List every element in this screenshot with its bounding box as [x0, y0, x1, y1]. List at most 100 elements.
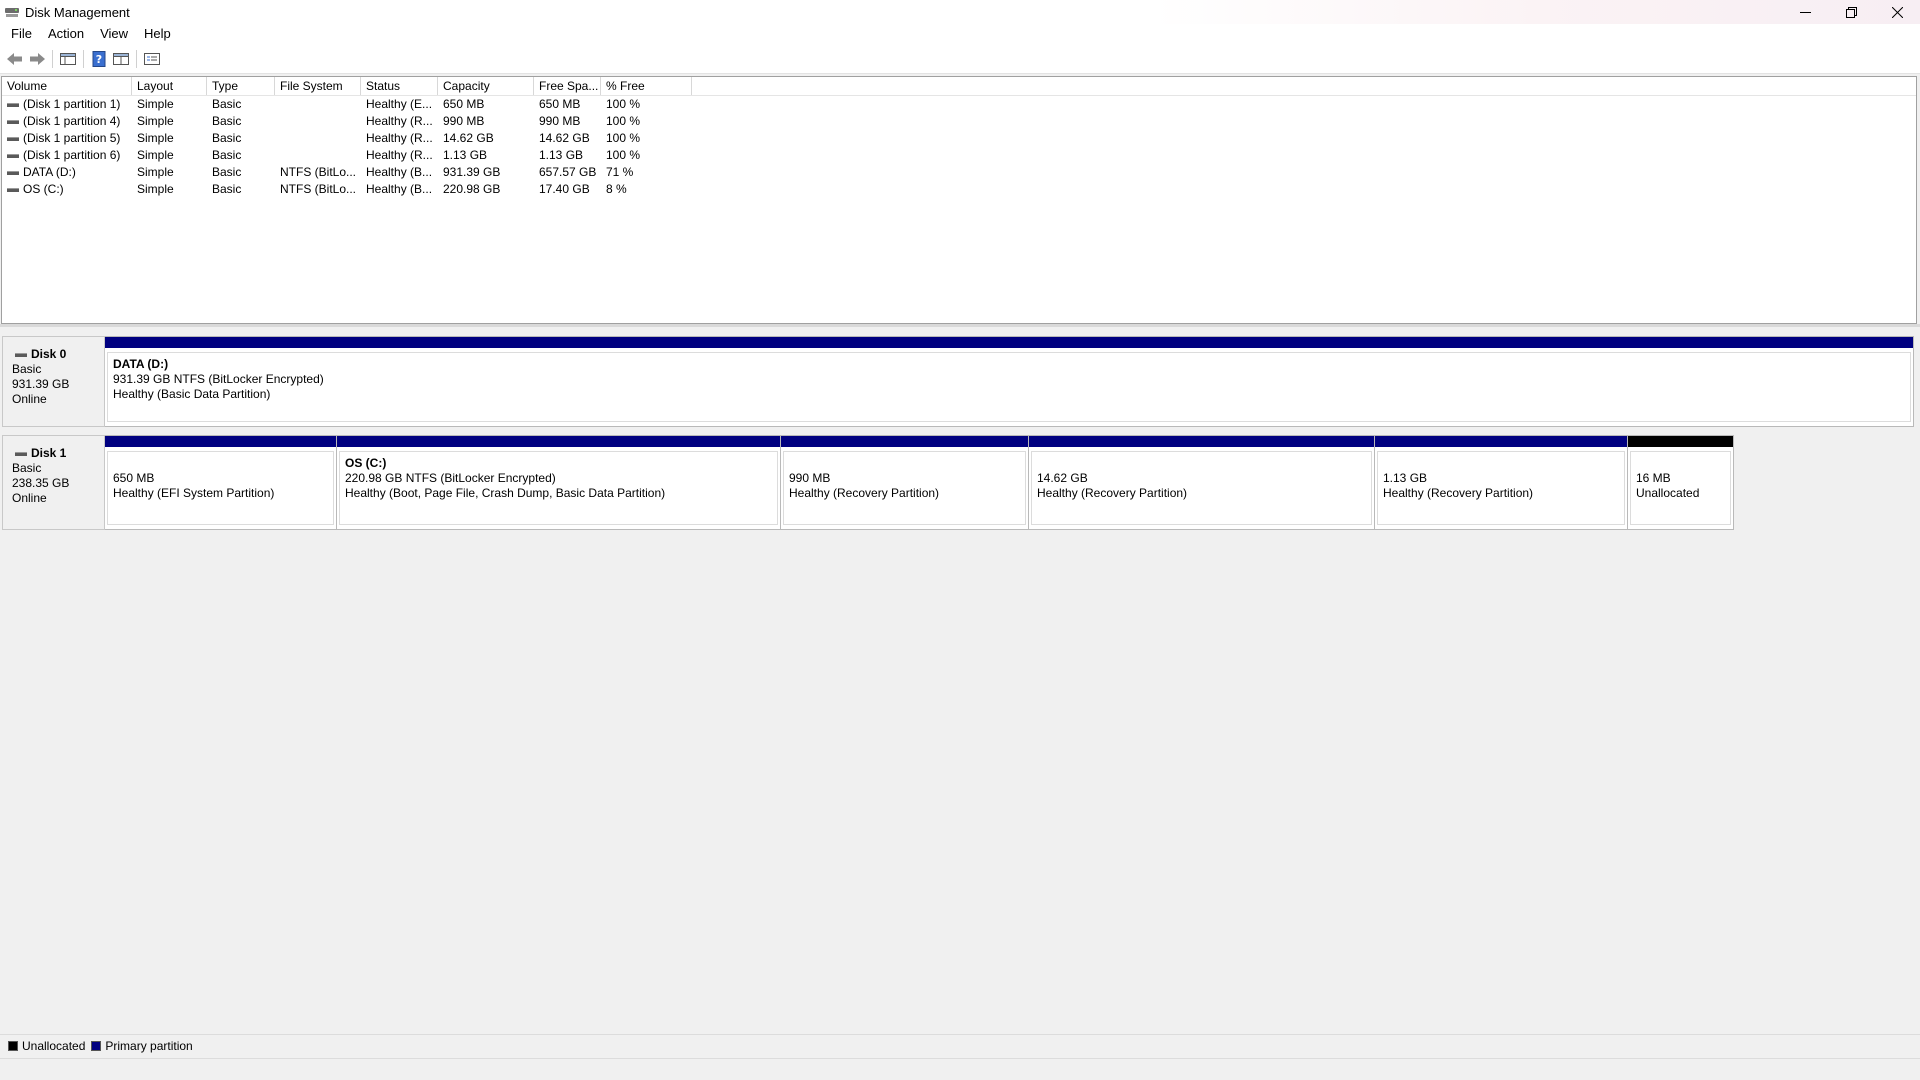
show-hide-console-tree-icon — [60, 52, 76, 65]
column-header-type[interactable]: Type — [207, 77, 275, 95]
partition-data-d[interactable]: DATA (D:) 931.39 GB NTFS (BitLocker Encr… — [105, 337, 1913, 426]
menu-bar: File Action View Help — [0, 24, 1920, 44]
volume-capacity: 14.62 GB — [443, 131, 494, 145]
disk-label-disk-1[interactable]: Disk 1 Basic 238.35 GB Online — [2, 435, 105, 530]
toolbar-separator — [136, 49, 137, 68]
volume-layout: Simple — [137, 182, 174, 196]
status-bar — [0, 1058, 1920, 1080]
partition-os-c[interactable]: OS (C:) 220.98 GB NTFS (BitLocker Encryp… — [337, 436, 781, 529]
primary-partition-bar — [781, 436, 1028, 449]
partition-status: Healthy (Recovery Partition) — [1037, 486, 1188, 500]
table-row[interactable]: (Disk 1 partition 1) Simple Basic Health… — [2, 96, 1916, 113]
table-row[interactable]: DATA (D:) Simple Basic NTFS (BitLo... He… — [2, 164, 1916, 181]
close-button[interactable] — [1874, 0, 1920, 24]
volume-type: Basic — [212, 131, 242, 145]
volume-type: Basic — [212, 148, 242, 162]
volume-status: Healthy (R... — [366, 114, 433, 128]
svg-text:?: ? — [96, 53, 102, 66]
volume-status: Healthy (R... — [366, 148, 433, 162]
partition-unallocated[interactable]: 16 MB Unallocated — [1628, 436, 1733, 529]
forward-button[interactable] — [26, 48, 48, 70]
disk-1-partitions: 650 MB Healthy (EFI System Partition) OS… — [105, 435, 1734, 530]
volume-percent-free: 71 % — [606, 165, 634, 179]
partition-status: Healthy (Recovery Partition) — [1383, 486, 1534, 500]
settings-button[interactable] — [141, 48, 163, 70]
column-header-file-system[interactable]: File System — [275, 77, 361, 95]
properties-icon — [113, 52, 129, 65]
menu-file[interactable]: File — [0, 24, 40, 44]
unallocated-swatch — [8, 1040, 18, 1051]
volume-percent-free: 100 % — [606, 97, 641, 111]
properties-button[interactable] — [110, 48, 132, 70]
volume-free-space: 1.13 GB — [539, 148, 584, 162]
partition-efi[interactable]: 650 MB Healthy (EFI System Partition) — [105, 436, 337, 529]
disk-label-disk-0[interactable]: Disk 0 Basic 931.39 GB Online — [2, 336, 105, 427]
volume-free-space: 657.57 GB — [539, 165, 597, 179]
volume-free-space: 14.62 GB — [539, 131, 590, 145]
column-header-status[interactable]: Status — [361, 77, 438, 95]
menu-view[interactable]: View — [92, 24, 136, 44]
pane-splitter[interactable] — [0, 324, 1920, 327]
back-icon — [7, 52, 22, 65]
column-header-volume[interactable]: Volume — [2, 77, 132, 95]
menu-action[interactable]: Action — [40, 24, 92, 44]
volume-name: (Disk 1 partition 5) — [23, 131, 121, 145]
volume-capacity: 1.13 GB — [443, 148, 488, 162]
disk-type: Basic — [12, 461, 42, 475]
partition-status: Unallocated — [1636, 486, 1700, 500]
volume-file-system — [275, 130, 361, 147]
show-hide-console-tree-button[interactable] — [57, 48, 79, 70]
table-row[interactable]: (Disk 1 partition 6) Simple Basic Health… — [2, 147, 1916, 164]
disk-state: Online — [12, 491, 47, 505]
partition-size: 1.13 GB — [1383, 471, 1428, 485]
volume-list[interactable]: Volume Layout Type File System Status Ca… — [1, 76, 1917, 324]
help-button[interactable]: ? — [88, 48, 110, 70]
volume-status: Healthy (B... — [366, 165, 433, 179]
disk-row-disk-0: Disk 0 Basic 931.39 GB Online DATA (D:) … — [2, 336, 1914, 427]
close-icon — [1891, 6, 1903, 18]
volume-percent-free: 8 % — [606, 182, 627, 196]
partition-size: 990 MB — [789, 471, 831, 485]
back-button[interactable] — [4, 48, 26, 70]
window-title: Disk Management — [25, 4, 130, 20]
volume-file-system: NTFS (BitLo... — [280, 182, 357, 196]
volume-status: Healthy (R... — [366, 131, 433, 145]
volume-layout: Simple — [137, 131, 174, 145]
column-header-capacity[interactable]: Capacity — [438, 77, 534, 95]
table-row[interactable]: OS (C:) Simple Basic NTFS (BitLo... Heal… — [2, 181, 1916, 198]
disk-type: Basic — [12, 362, 42, 376]
volume-file-system — [275, 147, 361, 164]
table-row[interactable]: (Disk 1 partition 5) Simple Basic Health… — [2, 130, 1916, 147]
partition-size-fs: 220.98 GB NTFS (BitLocker Encrypted) — [345, 471, 556, 485]
partition-recovery-14gb[interactable]: 14.62 GB Healthy (Recovery Partition) — [1029, 436, 1375, 529]
column-header-percent-free[interactable]: % Free — [601, 77, 692, 95]
forward-icon — [30, 52, 45, 65]
disk-row-disk-1: Disk 1 Basic 238.35 GB Online 650 MB Hea… — [2, 435, 1734, 530]
legend-unallocated-label: Unallocated — [22, 1038, 86, 1053]
column-header-layout[interactable]: Layout — [132, 77, 207, 95]
volume-type: Basic — [212, 165, 242, 179]
menu-help[interactable]: Help — [136, 24, 179, 44]
primary-partition-bar — [1375, 436, 1627, 449]
disk-drive-icon — [15, 451, 27, 456]
volume-type: Basic — [212, 182, 242, 196]
legend: Unallocated Primary partition — [0, 1034, 1920, 1056]
volume-drive-icon — [7, 170, 19, 175]
partition-recovery-1gb[interactable]: 1.13 GB Healthy (Recovery Partition) — [1375, 436, 1628, 529]
partition-status: Healthy (Boot, Page File, Crash Dump, Ba… — [345, 486, 666, 500]
restore-button[interactable] — [1828, 0, 1874, 24]
partition-recovery-990mb[interactable]: 990 MB Healthy (Recovery Partition) — [781, 436, 1029, 529]
volume-status: Healthy (B... — [366, 182, 433, 196]
disk-name: Disk 0 — [31, 347, 67, 361]
disk-size: 931.39 GB — [12, 377, 70, 391]
column-header-free-space[interactable]: Free Spa... — [534, 77, 601, 95]
volume-capacity: 990 MB — [443, 114, 485, 128]
settings-icon — [144, 52, 160, 65]
disk-management-app-icon — [5, 6, 19, 18]
minimize-button[interactable] — [1782, 0, 1828, 24]
volume-file-system — [275, 96, 361, 113]
disk-0-partitions: DATA (D:) 931.39 GB NTFS (BitLocker Encr… — [105, 336, 1914, 427]
volume-type: Basic — [212, 97, 242, 111]
table-row[interactable]: (Disk 1 partition 4) Simple Basic Health… — [2, 113, 1916, 130]
volume-capacity: 650 MB — [443, 97, 485, 111]
